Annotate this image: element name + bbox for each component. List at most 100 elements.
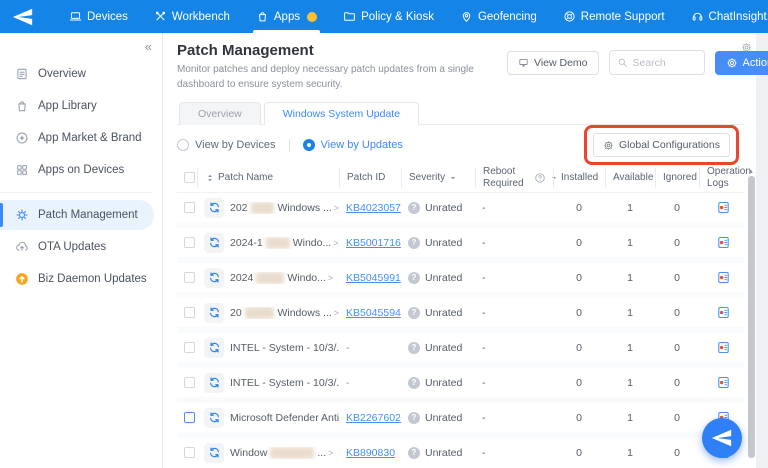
- operation-logs-icon[interactable]: [716, 375, 731, 390]
- search-input[interactable]: [632, 56, 697, 69]
- row-checkbox[interactable]: [184, 237, 195, 248]
- row-checkbox[interactable]: [184, 412, 195, 423]
- operation-logs-icon[interactable]: [716, 200, 731, 215]
- reboot-required-value: -: [482, 411, 486, 424]
- row-checkbox-cell: [177, 412, 197, 423]
- nav-item-policy-kiosk[interactable]: Policy & Kiosk: [330, 0, 447, 33]
- sync-refresh-icon[interactable]: [204, 407, 224, 428]
- operation-logs-icon[interactable]: [716, 235, 731, 250]
- row-checkbox-cell: [177, 237, 197, 248]
- patch-name-text: Microsoft Defender Anti...: [230, 411, 339, 424]
- row-checkbox[interactable]: [184, 447, 195, 458]
- ignored-count: 0: [674, 446, 680, 459]
- column-label-installed: Installed: [561, 171, 599, 183]
- row-checkbox[interactable]: [184, 272, 195, 283]
- sync-refresh-icon[interactable]: [204, 442, 224, 463]
- operation-logs-icon[interactable]: [716, 340, 731, 355]
- tab-windows-system-update[interactable]: Windows System Update: [263, 102, 420, 125]
- sync-refresh-icon[interactable]: [204, 302, 224, 323]
- row-checkbox[interactable]: [184, 377, 195, 388]
- row-checkbox[interactable]: [184, 202, 195, 213]
- nav-item-geofencing[interactable]: Geofencing: [447, 0, 550, 33]
- sidebar-item-apps-on-devices[interactable]: Apps on Devices: [0, 155, 162, 185]
- row-checkbox[interactable]: [184, 342, 195, 353]
- sidebar-item-patch-management[interactable]: Patch Management: [0, 200, 154, 230]
- nav-item-devices[interactable]: Devices: [56, 0, 141, 33]
- nav-item-remote-support[interactable]: Remote Support: [550, 0, 678, 33]
- sidebar-item-biz-daemon-updates[interactable]: Biz Daemon Updates: [0, 264, 162, 294]
- severity-unrated-icon: [408, 376, 420, 389]
- truncate-chevron: >: [333, 237, 339, 248]
- view-by-updates-radio[interactable]: View by Updates: [302, 139, 403, 151]
- view-demo-button[interactable]: View Demo: [507, 50, 599, 75]
- nav-item-label: Devices: [87, 10, 128, 23]
- patch-id-cell: KB5045594: [339, 307, 401, 319]
- patch-id-link[interactable]: KB2267602: [346, 412, 401, 424]
- patch-name: INTEL - System - 10/3/...>: [230, 342, 339, 354]
- patch-name-suffix: Windo...: [292, 236, 332, 249]
- nav-item-workbench[interactable]: Workbench: [141, 0, 243, 33]
- operation-logs-icon[interactable]: [716, 305, 731, 320]
- patch-id-link[interactable]: KB890830: [346, 447, 395, 459]
- reboot-required-value: -: [482, 341, 486, 354]
- scrollbar-up-arrow-icon[interactable]: ▲: [748, 169, 754, 175]
- ignored-cell: 0: [655, 412, 699, 424]
- severity-cell: Unrated: [401, 341, 475, 354]
- scrollbar-thumb[interactable]: [747, 176, 755, 458]
- sync-refresh-icon[interactable]: [204, 337, 224, 358]
- operation-logs-cell: [699, 270, 744, 285]
- severity-unrated-icon: [408, 446, 420, 459]
- global-configurations-button[interactable]: Global Configurations: [593, 133, 730, 157]
- actions-button[interactable]: Actions: [714, 50, 768, 75]
- chat-fab-button[interactable]: [702, 418, 742, 458]
- select-all-checkbox[interactable]: [184, 172, 195, 183]
- row-checkbox[interactable]: [184, 307, 195, 318]
- row-checkbox-cell: [177, 377, 197, 388]
- sidebar-item-ota-updates[interactable]: OTA Updates: [0, 232, 162, 262]
- page-settings-gear-icon[interactable]: [741, 40, 752, 52]
- column-patch-name[interactable]: Patch Name: [197, 167, 339, 188]
- severity-cell: Unrated: [401, 236, 475, 249]
- reboot-required-value: -: [482, 236, 486, 249]
- sync-refresh-icon[interactable]: [204, 232, 224, 253]
- tab-overview[interactable]: Overview: [179, 102, 261, 125]
- column-available: Available: [605, 167, 655, 188]
- sidebar-collapse-icon[interactable]: «: [145, 39, 152, 54]
- sidebar-item-overview[interactable]: Overview: [0, 59, 162, 89]
- patch-id-link[interactable]: KB4023057: [346, 202, 401, 214]
- patch-id-link[interactable]: KB5045594: [346, 307, 401, 319]
- view-by-devices-radio[interactable]: View by Devices: [177, 139, 276, 151]
- reboot-required-cell: -: [475, 202, 527, 214]
- sidebar-item-app-library[interactable]: App Library: [0, 91, 162, 121]
- sync-refresh-icon[interactable]: [204, 267, 224, 288]
- patch-id-link[interactable]: KB5001716: [346, 237, 401, 249]
- column-help-icon[interactable]: [534, 172, 546, 184]
- circle-dot-icon: [15, 131, 29, 145]
- sort-icon[interactable]: [205, 173, 215, 183]
- nav-item-chatinsight[interactable]: ChatInsight.AI: [678, 0, 768, 33]
- available-cell: 1: [605, 237, 655, 249]
- sync-refresh-icon[interactable]: [204, 197, 224, 218]
- operation-logs-icon[interactable]: [716, 270, 731, 285]
- reboot-required-value: -: [482, 446, 486, 459]
- nav-item-label: Geofencing: [477, 10, 537, 23]
- severity-label: Unrated: [425, 236, 463, 249]
- column-label-reboot: Reboot Required: [483, 166, 524, 189]
- severity-unrated-icon: [408, 201, 420, 214]
- ignored-count: 0: [674, 341, 680, 354]
- severity-filter-caret-icon[interactable]: [448, 173, 458, 183]
- reboot-required-cell: -: [475, 307, 527, 319]
- patch-id-link[interactable]: KB5045991: [346, 272, 401, 284]
- sidebar-item-app-market-brand[interactable]: App Market & Brand: [0, 123, 162, 153]
- brand-logo[interactable]: [10, 0, 44, 33]
- installed-count: 0: [576, 376, 582, 389]
- patch-name-cell: INTEL - System - 10/3/...>: [197, 372, 339, 393]
- installed-count: 0: [576, 236, 582, 249]
- table-row: Microsoft Defender Anti...> KB2267602 Un…: [177, 403, 744, 432]
- sidebar: « Overview App Library App Market & Brand A…: [0, 33, 163, 468]
- view-demo-label: View Demo: [534, 56, 588, 69]
- nav-item-apps[interactable]: Apps: [243, 0, 330, 33]
- vertical-scrollbar[interactable]: ▲: [747, 169, 755, 458]
- sync-refresh-icon[interactable]: [204, 372, 224, 393]
- available-count: 1: [627, 236, 633, 249]
